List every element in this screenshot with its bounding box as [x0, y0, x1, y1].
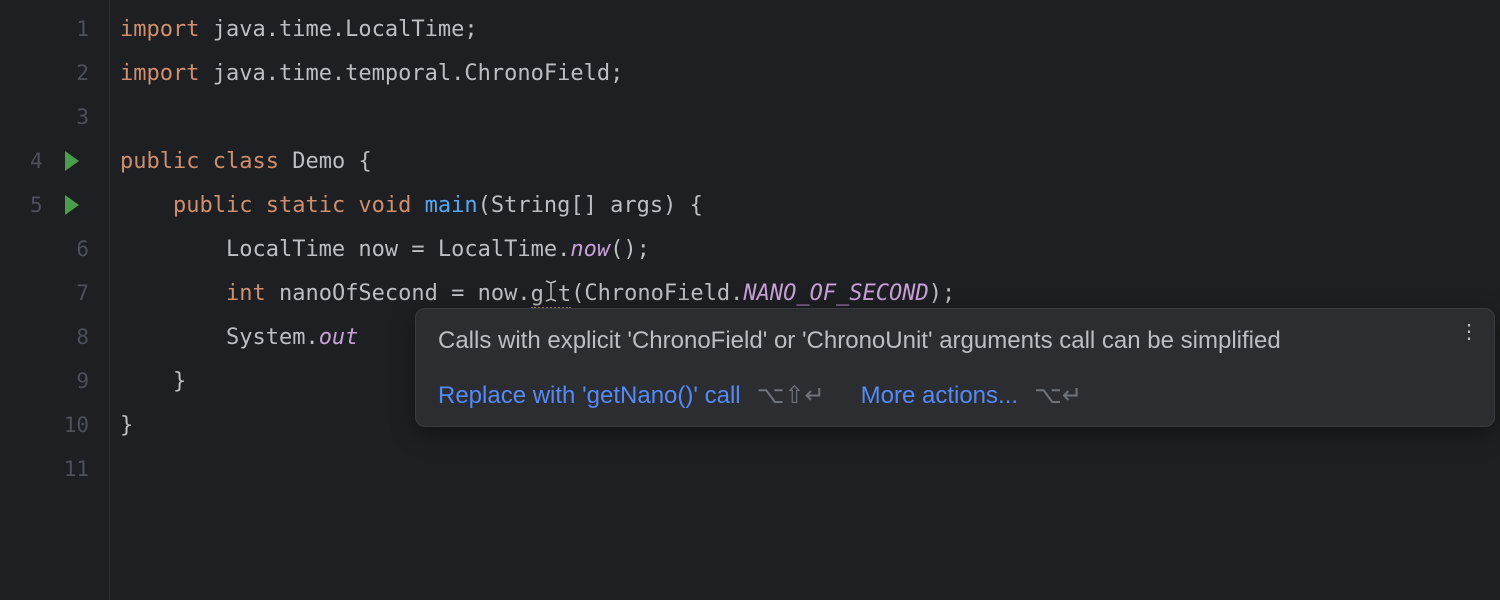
code-line: public class Demo {	[120, 139, 955, 183]
text-cursor-icon	[544, 279, 558, 309]
code-line: import java.time.LocalTime;	[120, 7, 955, 51]
line-number: 6	[76, 237, 89, 261]
gutter-line: 11	[0, 447, 109, 491]
tooltip-actions: Replace with 'getNano()' call ⌥⇧↵ More a…	[438, 381, 1472, 410]
line-number: 8	[76, 325, 89, 349]
code-line: LocalTime now = LocalTime.now();	[120, 227, 955, 271]
line-number: 2	[76, 61, 89, 85]
gutter: 1 2 3 4 5 6 7 8 9 10 11	[0, 0, 110, 600]
inspection-warning[interactable]: gt	[531, 277, 572, 309]
inspection-message: Calls with explicit 'ChronoField' or 'Ch…	[438, 327, 1472, 355]
line-number: 11	[64, 457, 89, 481]
code-line	[120, 95, 955, 139]
code-line: public static void main(String[] args) {	[120, 183, 955, 227]
run-icon[interactable]	[65, 151, 79, 171]
inspection-tooltip: ⋮ Calls with explicit 'ChronoField' or '…	[415, 308, 1495, 427]
gutter-line: 8	[0, 315, 109, 359]
gutter-line: 5	[0, 183, 109, 227]
line-number: 7	[76, 281, 89, 305]
line-number: 3	[76, 105, 89, 129]
gutter-line: 3	[0, 95, 109, 139]
line-number: 5	[30, 193, 43, 217]
shortcut-hint: ⌥⇧↵	[757, 382, 825, 409]
gutter-line: 7	[0, 271, 109, 315]
line-number: 1	[76, 17, 89, 41]
shortcut-hint: ⌥↵	[1034, 382, 1082, 409]
code-area[interactable]: import java.time.LocalTime; import java.…	[110, 0, 955, 600]
code-line	[120, 447, 955, 491]
gutter-line: 10	[0, 403, 109, 447]
gutter-line: 1	[0, 7, 109, 51]
quickfix-replace[interactable]: Replace with 'getNano()' call	[438, 382, 741, 409]
gutter-line: 9	[0, 359, 109, 403]
run-icon[interactable]	[65, 195, 79, 215]
gutter-line: 2	[0, 51, 109, 95]
gutter-line: 4	[0, 139, 109, 183]
code-editor[interactable]: 1 2 3 4 5 6 7 8 9 10 11 import java.time…	[0, 0, 1500, 600]
line-number: 9	[76, 369, 89, 393]
more-actions-link[interactable]: More actions...	[861, 382, 1018, 409]
line-number: 10	[64, 413, 89, 437]
gutter-line: 6	[0, 227, 109, 271]
line-number: 4	[30, 149, 43, 173]
code-line: import java.time.temporal.ChronoField;	[120, 51, 955, 95]
more-options-icon[interactable]: ⋮	[1459, 319, 1480, 344]
